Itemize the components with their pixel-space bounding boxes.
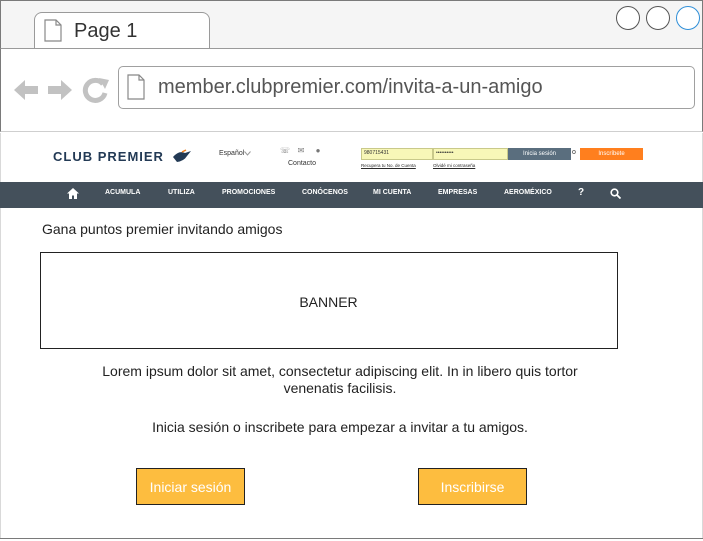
url-text: member.clubpremier.com/invita-a-un-amigo [158, 76, 543, 98]
nav-item-conocenos[interactable]: CONÓCENOS [302, 189, 348, 196]
maximize-button[interactable] [646, 6, 670, 30]
club-premier-logo[interactable]: CLUB PREMIER [53, 149, 164, 164]
banner-placeholder: BANNER [40, 252, 618, 349]
nav-item-utiliza[interactable]: UTILIZA [168, 189, 195, 196]
nav-item-empresas[interactable]: EMPRESAS [438, 189, 477, 196]
forward-arrow-icon[interactable] [46, 77, 74, 103]
header-login-button[interactable]: Inicia sesión [508, 148, 571, 160]
language-selector[interactable]: Español [219, 150, 244, 157]
email-icon[interactable]: ✉ [297, 147, 305, 155]
login-button[interactable]: Iniciar sesión [136, 468, 245, 505]
back-arrow-icon[interactable] [12, 77, 40, 103]
banner-label: BANNER [299, 294, 358, 310]
account-number-input[interactable]: 980715431 [361, 148, 433, 160]
close-button[interactable] [676, 6, 700, 30]
header-register-button[interactable]: Inscríbete [580, 148, 643, 160]
tab-title: Page 1 [74, 20, 138, 42]
minimize-button[interactable] [616, 6, 640, 30]
password-input[interactable]: •••••••••• [433, 148, 508, 160]
forgot-account-link[interactable]: Recupera tu No. de Cuenta [361, 163, 416, 168]
nav-item-aeromexico[interactable]: AEROMÉXICO [504, 189, 552, 196]
forgot-password-link[interactable]: Olvidé mi contraseña [433, 163, 475, 168]
nav-item-mi-cuenta[interactable]: MI CUENTA [373, 189, 411, 196]
page-icon [44, 19, 62, 42]
contact-label: Contacto [288, 160, 317, 167]
register-button[interactable]: Inscribirse [418, 468, 527, 505]
phone-icon[interactable]: ☏ [280, 147, 290, 155]
nav-item-promociones[interactable]: PROMOCIONES [222, 189, 275, 196]
nav-item-acumula[interactable]: ACUMULA [105, 189, 140, 196]
reload-icon[interactable] [82, 76, 110, 104]
eagle-logo-icon [173, 149, 191, 162]
search-icon[interactable] [610, 188, 621, 199]
window-bottom-border [0, 538, 703, 539]
help-icon[interactable]: ? [578, 187, 584, 198]
page-title: Gana puntos premier invitando amigos [42, 221, 283, 237]
chevron-down-icon [244, 151, 251, 156]
login-prompt-text: Inicia sesión o inscribete para empezar … [152, 419, 528, 435]
page-icon [127, 74, 145, 100]
home-icon[interactable] [67, 188, 79, 199]
chat-icon[interactable]: ● [314, 147, 322, 155]
description-text: Lorem ipsum dolor sit amet, consectetur … [102, 363, 578, 396]
or-label: o [572, 149, 576, 156]
